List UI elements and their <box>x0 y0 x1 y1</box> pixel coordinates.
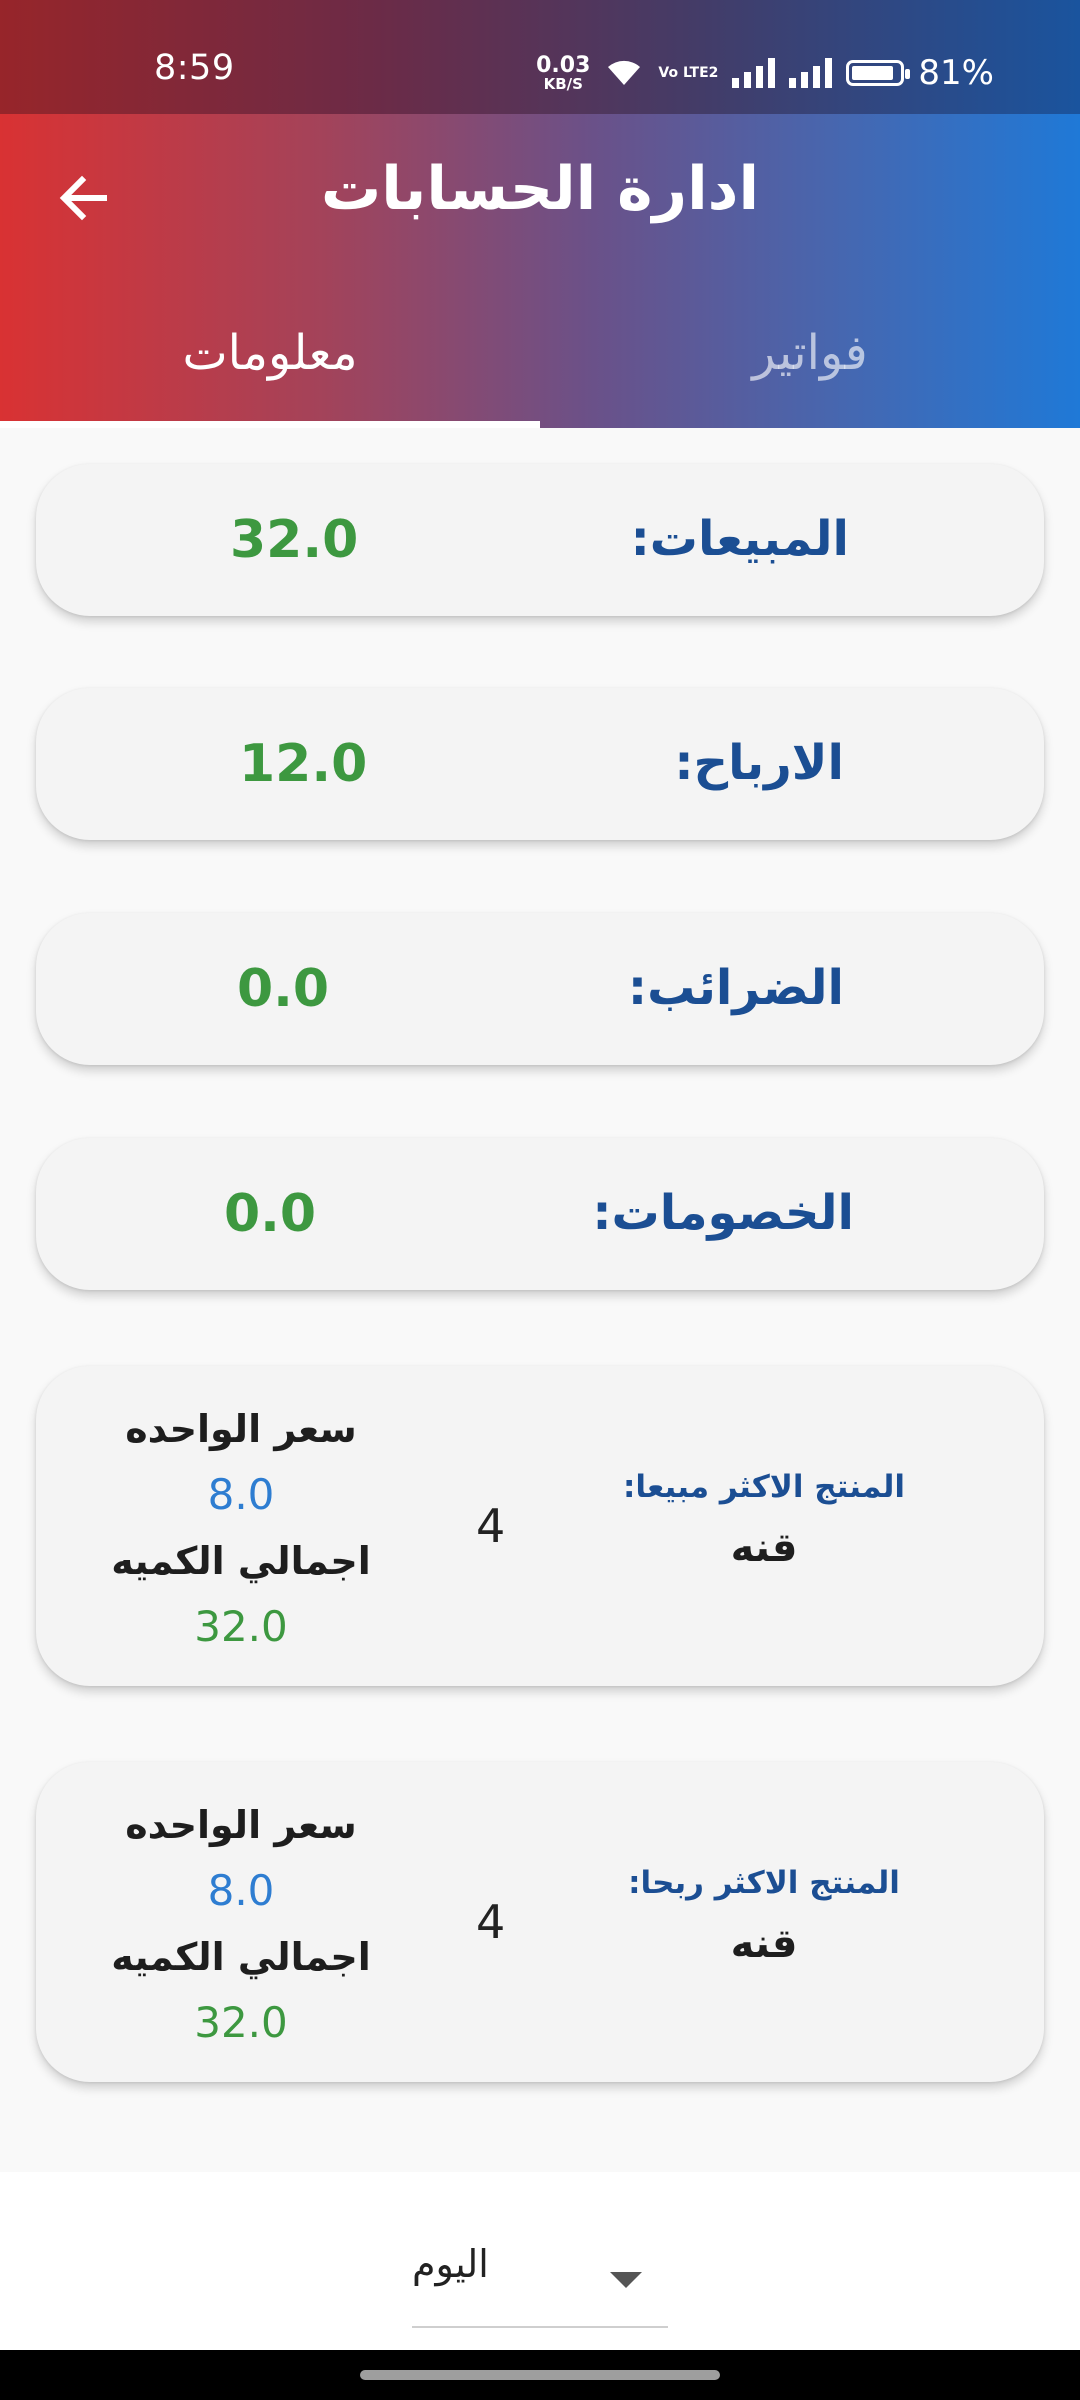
best-selling-title: المنتج الاكثر مبيعا: <box>623 1469 905 1505</box>
product-price-block: سعر الواحده 8.0 اجمالي الكميه 32.0 <box>96 1792 386 2056</box>
volte-icon: Vo LTE2 <box>658 64 719 81</box>
unit-price-value: 8.0 <box>207 1470 275 1519</box>
taxes-card: الضرائب: 0.0 <box>36 913 1044 1065</box>
period-dropdown[interactable]: اليوم <box>412 2242 668 2328</box>
best-selling-product-card: سعر الواحده 8.0 اجمالي الكميه 32.0 4 الم… <box>36 1366 1044 1686</box>
system-nav-bar <box>0 2350 1080 2400</box>
profits-card: الارباح: 12.0 <box>36 688 1044 840</box>
bottom-bar: اليوم <box>0 2172 1080 2350</box>
product-name: قنه <box>730 1525 798 1571</box>
most-profitable-title: المنتج الاكثر ربحا: <box>628 1865 900 1901</box>
discounts-label: الخصومات: <box>592 1185 854 1241</box>
product-price-block: سعر الواحده 8.0 اجمالي الكميه 32.0 <box>96 1396 386 1660</box>
sales-label: المبيعات: <box>630 511 849 567</box>
profits-value: 12.0 <box>239 734 368 794</box>
period-dropdown-value: اليوم <box>412 2242 489 2286</box>
battery-percent: 81% <box>918 53 994 93</box>
total-label: اجمالي الكميه <box>111 1539 371 1583</box>
status-time: 8:59 <box>154 48 235 88</box>
tab-invoices[interactable]: فواتير <box>540 278 1080 428</box>
sales-card: المبيعات: 32.0 <box>36 464 1044 616</box>
wifi-icon <box>604 55 644 91</box>
unit-price-value: 8.0 <box>207 1866 275 1915</box>
battery-icon <box>846 60 911 86</box>
total-label: اجمالي الكميه <box>111 1935 371 1979</box>
most-profitable-product-card: سعر الواحده 8.0 اجمالي الكميه 32.0 4 الم… <box>36 1762 1044 2082</box>
page-title: ادارة الحسابات <box>320 154 760 224</box>
network-speed-value: 0.03 <box>536 52 591 78</box>
product-info-block: المنتج الاكثر ربحا: قنه <box>604 1854 924 1976</box>
gesture-handle[interactable] <box>360 2370 720 2380</box>
sales-value: 32.0 <box>230 510 359 570</box>
header-gradient: 8:59 0.03 KB/S Vo LTE2 81% ادارة الحسابا… <box>0 0 1080 428</box>
taxes-label: الضرائب: <box>627 960 844 1016</box>
taxes-value: 0.0 <box>237 959 330 1019</box>
unit-price-label: سعر الواحده <box>125 1407 357 1451</box>
network-speed: 0.03 KB/S <box>536 52 591 93</box>
discounts-card: الخصومات: 0.0 <box>36 1138 1044 1290</box>
profits-label: الارباح: <box>674 735 844 791</box>
signal-icon-sim2 <box>789 58 833 88</box>
discounts-value: 0.0 <box>224 1184 317 1244</box>
app-bar: ادارة الحسابات <box>0 114 1080 278</box>
status-bar: 8:59 0.03 KB/S Vo LTE2 81% <box>0 0 1080 114</box>
product-quantity: 4 <box>476 1499 506 1553</box>
tab-bar: معلومات فواتير <box>0 278 1080 428</box>
network-speed-unit: KB/S <box>543 74 583 93</box>
signal-icon-sim1 <box>732 58 776 88</box>
dropdown-arrow-icon <box>610 2272 642 2288</box>
total-value: 32.0 <box>194 1602 288 1651</box>
product-name: قنه <box>730 1921 798 1967</box>
product-quantity: 4 <box>476 1895 506 1949</box>
status-icons: 0.03 KB/S Vo LTE2 81% <box>536 48 994 98</box>
tab-info[interactable]: معلومات <box>0 278 540 428</box>
product-info-block: المنتج الاكثر مبيعا: قنه <box>604 1458 924 1580</box>
unit-price-label: سعر الواحده <box>125 1803 357 1847</box>
total-value: 32.0 <box>194 1998 288 2047</box>
